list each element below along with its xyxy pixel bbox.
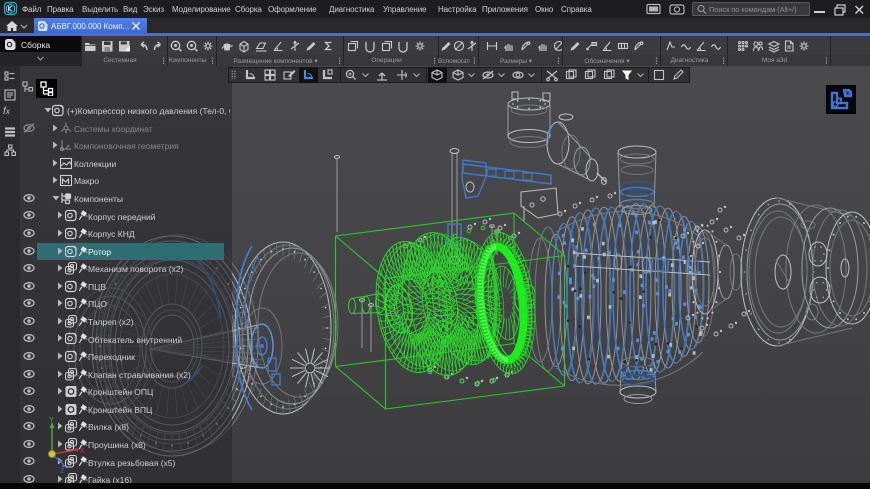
svg-text:X: X <box>80 448 85 455</box>
svg-text:Z: Z <box>60 468 65 475</box>
svg-text:Y: Y <box>49 417 54 424</box>
